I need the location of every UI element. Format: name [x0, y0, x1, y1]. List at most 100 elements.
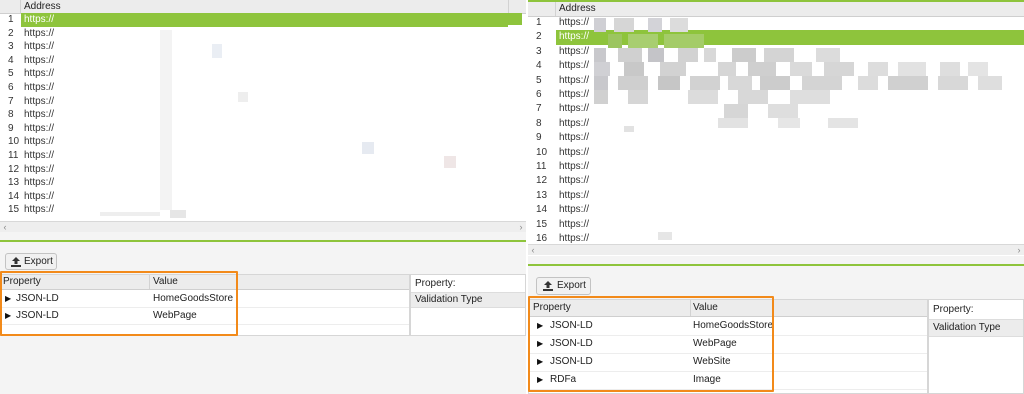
redaction-block — [594, 18, 606, 32]
splitter[interactable] — [0, 240, 526, 242]
address-cell[interactable]: https:// — [556, 189, 1024, 203]
table-row[interactable]: 12 https:// — [528, 174, 1024, 188]
table-row[interactable]: 13 https:// — [528, 189, 1024, 203]
redaction-block — [688, 90, 718, 104]
scroll-right-icon[interactable]: › — [516, 222, 526, 232]
export-button-label: Export — [24, 256, 53, 267]
row-number: 3 — [8, 41, 14, 53]
redaction-block — [670, 18, 688, 32]
redaction-block — [816, 48, 840, 62]
row-number: 1 — [8, 14, 14, 25]
address-column-header[interactable]: Address — [21, 0, 61, 13]
horizontal-scrollbar[interactable]: ‹ › — [528, 244, 1024, 255]
address-cell[interactable]: https:// — [21, 190, 508, 204]
address-cell[interactable]: https:// — [21, 67, 508, 81]
address-cell[interactable]: https:// — [21, 203, 508, 217]
validation-type-header[interactable]: Validation Type — [411, 292, 525, 308]
url-grid[interactable]: Address 1 https:// 2 https:// 3 https:// 4 http… — [528, 0, 1024, 256]
table-row[interactable]: 14 https:// — [0, 190, 526, 204]
table-row[interactable]: 8 https:// — [0, 108, 526, 122]
table-row[interactable]: 2 https:// — [0, 27, 526, 41]
redaction-block — [594, 62, 610, 76]
redaction-block — [824, 62, 854, 76]
address-cell[interactable]: https:// — [556, 218, 1024, 232]
export-button[interactable]: Export — [536, 277, 591, 295]
address-cell[interactable]: https:// — [556, 203, 1024, 217]
splitter[interactable] — [528, 264, 1024, 266]
table-row[interactable]: 1 https:// — [0, 13, 526, 27]
address-cell[interactable]: https:// — [556, 174, 1024, 188]
table-row[interactable]: 9 https:// — [528, 131, 1024, 145]
table-row[interactable]: 8 https:// — [528, 117, 1024, 131]
table-row[interactable]: 6 https:// — [0, 81, 526, 95]
address-cell[interactable]: https:// — [21, 40, 508, 54]
address-cell[interactable]: https:// — [556, 131, 1024, 145]
address-cell[interactable]: https:// — [556, 30, 1024, 45]
row-number: 14 — [8, 190, 20, 202]
redaction-block — [658, 232, 672, 240]
table-row[interactable]: 15 https:// — [528, 218, 1024, 232]
redaction-block — [690, 76, 720, 90]
table-row[interactable]: 10 https:// — [0, 135, 526, 149]
address-column-header[interactable]: Address — [556, 2, 596, 16]
redaction-block — [768, 104, 798, 118]
redaction-block — [978, 76, 1002, 90]
table-row[interactable]: 14 https:// — [528, 203, 1024, 217]
row-number: 12 — [8, 163, 20, 175]
property-label: Property: — [933, 304, 974, 315]
row-number: 11 — [536, 161, 547, 172]
table-row[interactable]: 13 https:// — [0, 176, 526, 190]
redaction-block — [738, 90, 768, 104]
redaction-block — [628, 90, 648, 104]
scroll-left-icon[interactable]: ‹ — [0, 222, 10, 232]
redaction-block — [678, 48, 698, 62]
row-number: 13 — [536, 189, 548, 201]
upload-icon — [11, 257, 21, 267]
address-cell[interactable]: https:// — [21, 13, 508, 27]
table-row[interactable]: 7 https:// — [0, 95, 526, 109]
column-separator — [508, 0, 509, 13]
address-cell[interactable]: https:// — [556, 146, 1024, 160]
address-cell[interactable]: https:// — [21, 108, 508, 122]
redaction-block — [868, 62, 888, 76]
table-row[interactable]: 5 https:// — [0, 67, 526, 81]
table-row[interactable]: 10 https:// — [528, 146, 1024, 160]
address-cell[interactable]: https:// — [21, 149, 508, 163]
scroll-left-icon[interactable]: ‹ — [528, 245, 538, 255]
redaction-block — [828, 118, 858, 128]
address-cell[interactable]: https:// — [21, 163, 508, 177]
table-row[interactable]: 9 https:// — [0, 122, 526, 136]
address-cell[interactable]: https:// — [21, 135, 508, 149]
address-cell[interactable]: https:// — [21, 95, 508, 109]
row-number: 5 — [8, 68, 14, 80]
scroll-right-icon[interactable]: › — [1014, 245, 1024, 255]
redaction-block — [100, 212, 160, 216]
address-cell[interactable]: https:// — [21, 54, 508, 68]
property-label: Property: — [415, 278, 456, 289]
address-cell[interactable]: https:// — [21, 176, 508, 190]
horizontal-scrollbar[interactable]: ‹ › — [0, 221, 526, 232]
table-row[interactable]: 15 https:// — [0, 203, 526, 217]
grid-header: Address — [528, 2, 1024, 17]
validation-type-header[interactable]: Validation Type — [929, 319, 1023, 337]
address-cell[interactable]: https:// — [556, 160, 1024, 174]
redaction-block — [704, 48, 716, 62]
table-row[interactable]: 2 https:// — [528, 30, 1024, 45]
redaction-block — [608, 34, 622, 48]
redaction-block — [718, 62, 736, 76]
url-grid[interactable]: Address 1 https:// 2 https:// 3 https:// 4 http… — [0, 0, 526, 232]
redaction-block — [444, 156, 456, 168]
table-row[interactable]: 11 https:// — [528, 160, 1024, 174]
export-button[interactable]: Export — [5, 253, 57, 270]
row-number: 10 — [536, 146, 548, 158]
table-row[interactable]: 4 https:// — [0, 54, 526, 68]
redaction-block — [748, 62, 776, 76]
row-number: 1 — [536, 17, 542, 28]
address-cell[interactable]: https:// — [21, 122, 508, 136]
redaction-block — [170, 210, 186, 218]
table-row[interactable]: 3 https:// — [0, 40, 526, 54]
address-cell[interactable]: https:// — [21, 81, 508, 95]
address-cell[interactable]: https:// — [21, 27, 508, 41]
redaction-block — [940, 62, 960, 76]
row-number: 14 — [536, 204, 548, 216]
